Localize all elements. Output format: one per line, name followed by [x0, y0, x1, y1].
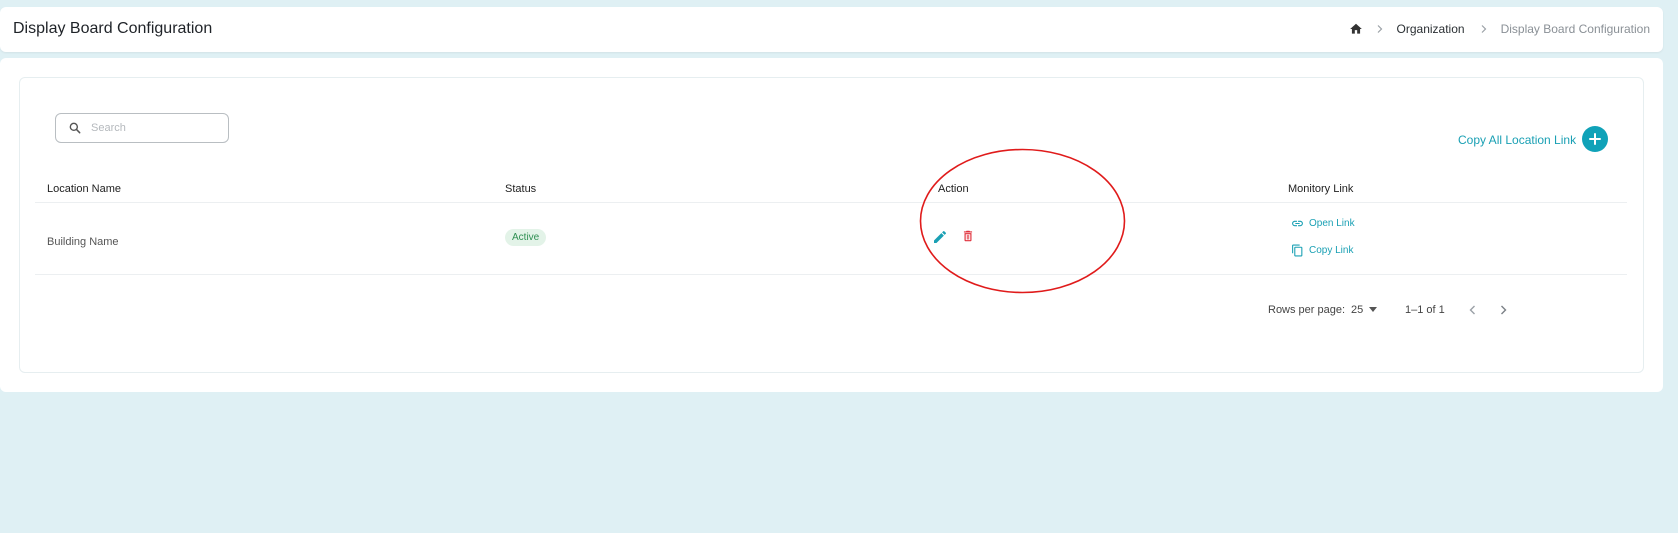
breadcrumb-current: Display Board Configuration [1500, 22, 1650, 36]
breadcrumb: Organization Display Board Configuration [1349, 22, 1650, 36]
pagination-range: 1–1 of 1 [1405, 304, 1445, 316]
table-card: Copy All Location Link Location Name Sta… [19, 77, 1644, 373]
page-title: Display Board Configuration [13, 20, 213, 37]
breadcrumb-organization[interactable]: Organization [1397, 22, 1465, 36]
pencil-icon[interactable] [932, 229, 948, 245]
column-header-status: Status [505, 183, 537, 195]
main-card: Copy All Location Link Location Name Sta… [0, 58, 1663, 392]
caret-down-icon [1369, 307, 1378, 312]
chevron-left-icon[interactable] [1467, 304, 1479, 316]
rows-per-page-value: 25 [1351, 304, 1364, 316]
open-link-label: Open Link [1309, 218, 1355, 229]
add-location-button[interactable] [1582, 126, 1608, 152]
plus-icon [1589, 133, 1601, 145]
search-icon [69, 122, 81, 134]
chevron-right-icon [1481, 25, 1486, 33]
rows-per-page-select[interactable]: 25 [1351, 304, 1378, 316]
copy-all-location-link-button[interactable]: Copy All Location Link [1458, 133, 1576, 147]
search-box[interactable] [55, 113, 229, 143]
header-card: Display Board Configuration Organization… [0, 7, 1663, 52]
header-divider [35, 202, 1627, 203]
open-link-button[interactable]: Open Link [1291, 217, 1355, 230]
location-name-cell: Building Name [47, 236, 119, 248]
column-header-location-name: Location Name [47, 183, 121, 195]
column-header-action: Action [938, 183, 969, 195]
chevron-right-icon [1377, 25, 1382, 33]
copy-link-label: Copy Link [1309, 245, 1354, 256]
column-header-monitory-link: Monitory Link [1288, 183, 1354, 195]
rows-per-page-label: Rows per page: [1268, 304, 1346, 316]
copy-link-button[interactable]: Copy Link [1291, 244, 1353, 257]
chevron-right-icon[interactable] [1497, 304, 1509, 316]
link-icon [1292, 220, 1303, 227]
home-icon[interactable] [1349, 22, 1363, 36]
row-divider [35, 274, 1627, 275]
search-input[interactable] [89, 121, 213, 135]
status-badge: Active [505, 229, 547, 246]
copy-icon [1292, 244, 1303, 257]
trash-icon[interactable] [961, 228, 975, 244]
